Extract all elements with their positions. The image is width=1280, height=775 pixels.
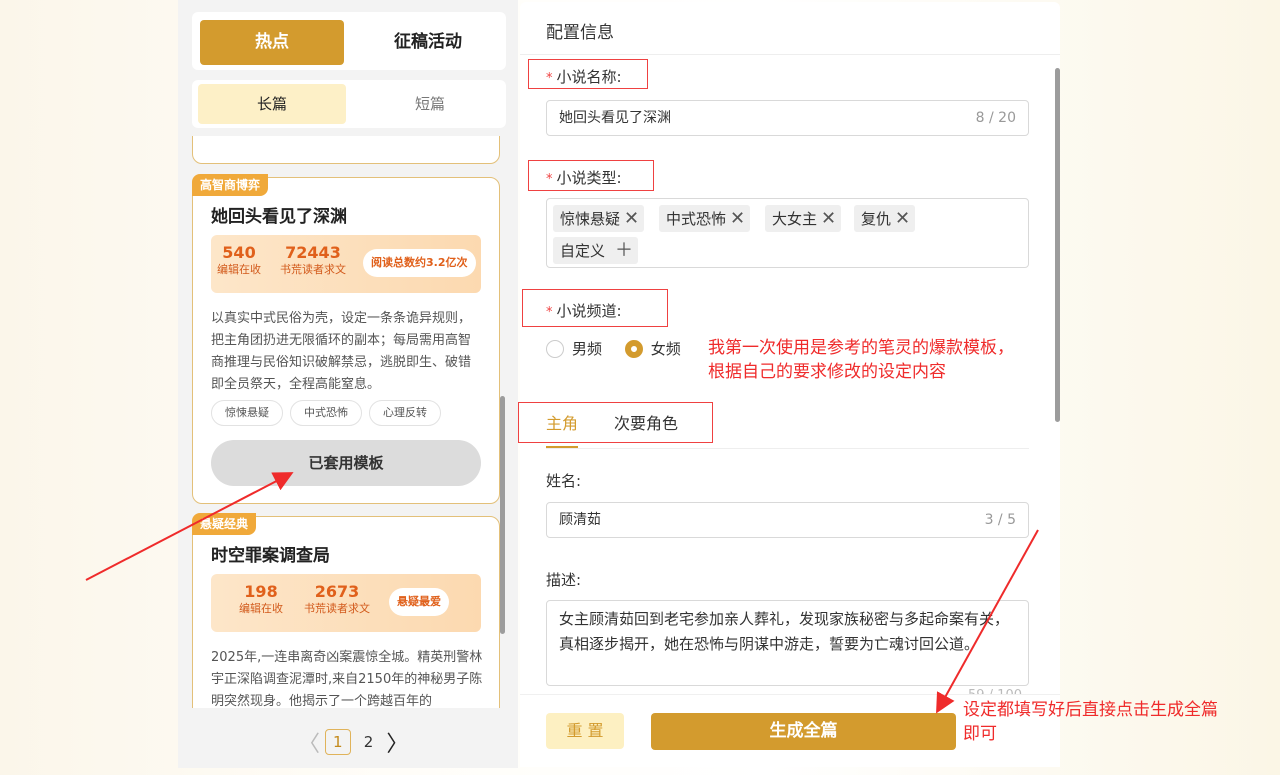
- annotation-arrow: [936, 529, 1039, 714]
- annotation-arrows: [85, 472, 1039, 714]
- annotation-arrow: [85, 472, 294, 581]
